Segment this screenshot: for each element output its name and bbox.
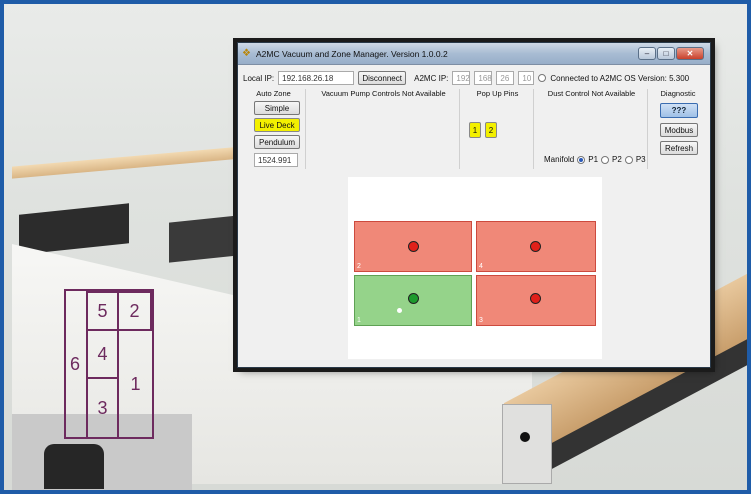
machine-block	[169, 215, 239, 263]
decal-cell: 3	[86, 377, 119, 437]
decal-cell: 2	[117, 291, 152, 331]
auto-zone-panel: Auto Zone Simple Live Deck Pendulum 1524…	[242, 89, 306, 169]
a2mc-ip-label: A2MC IP:	[414, 73, 449, 83]
a2mc-ip-octet[interactable]: 168	[474, 71, 493, 85]
machine-block	[19, 203, 129, 255]
local-ip-field[interactable]: 192.168.26.18	[278, 71, 355, 85]
a2mc-ip-octet[interactable]: 10	[518, 71, 535, 85]
popup-pins-panel: Pop Up Pins 1 2	[462, 89, 534, 169]
simple-button[interactable]: Simple	[254, 101, 300, 115]
zone-1[interactable]: 1	[354, 275, 472, 326]
pendulum-button[interactable]: Pendulum	[254, 135, 300, 149]
zone-status-indicator	[408, 293, 419, 304]
vacuum-title: Vacuum Pump Controls Not Available	[321, 89, 446, 98]
diagnostic-title: Diagnostic	[660, 89, 696, 98]
p2-label: P2	[612, 155, 622, 164]
zone-number: 2	[357, 263, 361, 270]
zone-number: 4	[479, 263, 483, 270]
refresh-button[interactable]: Refresh	[660, 141, 698, 155]
manifold-label: Manifold	[544, 155, 575, 164]
a2mc-ip-octet[interactable]: 192	[452, 71, 471, 85]
app-icon: ❖	[242, 47, 251, 59]
pin-button-1[interactable]: 1	[469, 122, 481, 138]
maximize-button[interactable]: □	[657, 47, 675, 60]
title-bar[interactable]: ❖ A2MC Vacuum and Zone Manager. Version …	[238, 43, 710, 65]
connection-status: Connected to A2MC OS Version: 5.300	[550, 73, 690, 83]
p3-label: P3	[635, 155, 646, 164]
photo-frame: 5 2 6 4 1 3 ❖ A2MC Vacuum and Zone Manag…	[0, 0, 751, 494]
zone-2[interactable]: 2	[354, 221, 472, 272]
p2-radio[interactable]	[601, 155, 610, 164]
auto-zone-value[interactable]: 1524.991	[254, 153, 298, 167]
vacuum-panel: Vacuum Pump Controls Not Available	[308, 89, 460, 169]
app-window: ❖ A2MC Vacuum and Zone Manager. Version …	[237, 42, 711, 368]
zone-number: 1	[357, 317, 361, 324]
diagnostic-panel: Diagnostic ??? Modbus Refresh	[650, 89, 706, 169]
popup-pins-title: Pop Up Pins	[476, 89, 519, 98]
mouse-pointer	[397, 308, 402, 313]
minimize-button[interactable]: –	[638, 47, 656, 60]
zone-number: 3	[479, 317, 483, 324]
pin-button-2[interactable]: 2	[485, 122, 497, 138]
connection-status-indicator	[538, 74, 547, 82]
zone-status-indicator	[530, 293, 541, 304]
window-controls: – □ ✕	[638, 47, 704, 60]
auto-zone-title: Auto Zone	[256, 89, 291, 98]
control-panels: Auto Zone Simple Live Deck Pendulum 1524…	[242, 89, 706, 169]
manifold-selector: Manifold P1 P2 P3	[544, 155, 646, 164]
zone-3[interactable]: 3	[476, 275, 596, 326]
local-ip-label: Local IP:	[243, 73, 275, 83]
live-deck-button[interactable]: Live Deck	[254, 118, 300, 132]
zone-status-indicator	[408, 241, 419, 252]
decal-cell: 4	[86, 329, 119, 379]
dust-panel: Dust Control Not Available Manifold P1 P…	[536, 89, 648, 169]
close-button[interactable]: ✕	[676, 47, 704, 60]
zone-canvas: 2 4 1 3	[348, 177, 602, 359]
bolt-icon	[520, 432, 530, 442]
zone-4[interactable]: 4	[476, 221, 596, 272]
p3-radio[interactable]	[624, 155, 633, 164]
dust-title: Dust Control Not Available	[547, 89, 636, 98]
p1-radio[interactable]	[577, 155, 586, 164]
machine-knob	[44, 444, 104, 489]
decal-cell: 1	[117, 329, 152, 437]
p1-label: P1	[588, 155, 599, 164]
window-title: A2MC Vacuum and Zone Manager. Version 1.…	[256, 48, 448, 59]
decal-cell: 5	[86, 291, 119, 331]
a2mc-ip-octet[interactable]: 26	[496, 71, 515, 85]
unknown-status-button[interactable]: ???	[660, 103, 698, 118]
connection-bar: Local IP: 192.168.26.18 Disconnect A2MC …	[238, 69, 710, 87]
decal-cell: 6	[64, 291, 88, 437]
zone-map-decal: 5 2 6 4 1 3	[64, 289, 154, 439]
modbus-button[interactable]: Modbus	[660, 123, 698, 137]
disconnect-button[interactable]: Disconnect	[358, 71, 407, 85]
machine-bracket	[502, 404, 552, 484]
zone-status-indicator	[530, 241, 541, 252]
